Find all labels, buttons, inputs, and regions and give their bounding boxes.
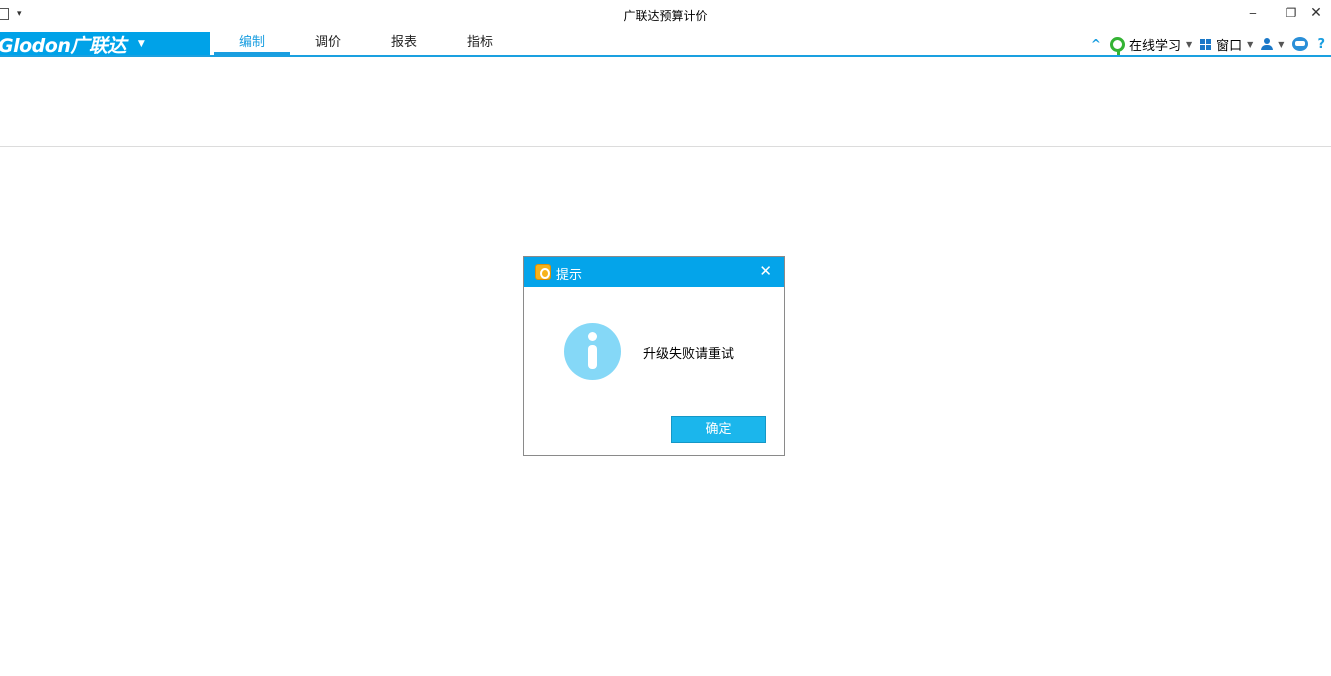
help-icon[interactable]: ? [1317,37,1325,52]
chevron-down-icon: ▼ [1185,39,1193,49]
user-icon [1261,38,1274,50]
window-title: 广联达预算计价 [623,9,708,23]
ok-button[interactable]: 确定 [671,416,766,443]
close-window-button[interactable]: ✕ [1306,4,1326,22]
glodon-logo: Glodon广联达 [0,34,126,57]
online-learning-label: 在线学习 [1128,38,1181,54]
windows-grid-icon [1200,38,1212,50]
tab-zhibiao[interactable]: 指标 [442,32,518,56]
title-bar: ▾ 广联达预算计价 ‒ ❐ ✕ [0,0,1331,31]
tab-baobiao[interactable]: 报表 [366,32,442,56]
app-menu-button[interactable]: Glodon广联达 ▼ [0,32,210,57]
info-icon [564,323,621,380]
headset-icon [1109,36,1125,55]
dialog-message: 升级失败请重试 [643,347,735,362]
alert-dialog: 提示 ✕ 升级失败请重试 确定 [523,256,785,456]
minimize-button[interactable]: ‒ [1243,4,1263,22]
window-menu-button[interactable]: 窗口 ▼ [1200,35,1253,54]
chevron-down-icon: ▼ [1247,39,1254,49]
tab-tiaojia[interactable]: 调价 [290,32,366,56]
dialog-title: 提示 [556,268,583,283]
close-icon[interactable]: ✕ [759,262,772,280]
chevron-down-icon: ▼ [1278,39,1285,49]
chevron-down-icon: ▼ [137,39,145,49]
ribbon-panel [0,57,1331,147]
user-menu-button[interactable]: ▼ [1261,38,1284,50]
window-menu-label: 窗口 [1216,38,1243,54]
collapse-ribbon-icon[interactable]: ^ [1091,37,1101,51]
online-learning-button[interactable]: 在线学习 ▼ [1109,35,1193,55]
assistant-robot-icon[interactable] [1292,37,1309,51]
tab-bianzhi[interactable]: 编制 [214,32,290,56]
restore-button[interactable]: ❐ [1281,4,1301,22]
right-toolbar: ^ 在线学习 ▼ 窗口 ▼ ▼ ? [1091,34,1331,55]
app-icon [535,264,551,280]
dialog-header: 提示 ✕ [524,257,784,287]
